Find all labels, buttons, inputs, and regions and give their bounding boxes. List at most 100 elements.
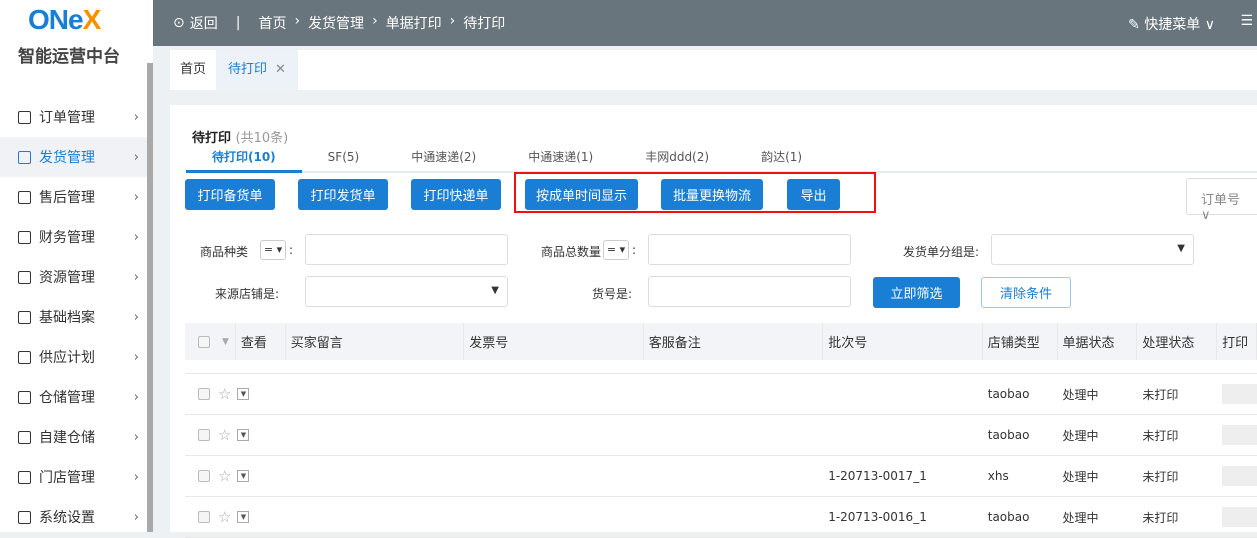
print-cell — [1222, 507, 1257, 527]
expand-icon[interactable]: ▼ — [237, 388, 250, 400]
menu-item-icon — [18, 110, 31, 124]
print-cell — [1222, 384, 1257, 404]
carrier-tab[interactable]: 中通速递(2) — [385, 145, 502, 173]
sidebar-item[interactable]: 订单管理 › — [0, 97, 147, 137]
menu-item-icon — [18, 190, 31, 204]
sidebar-item[interactable]: 售后管理 › — [0, 177, 147, 217]
goods-total-op[interactable]: = ▾ — [603, 240, 629, 260]
sku-input[interactable] — [648, 276, 851, 307]
sku-label: 货号是: — [592, 287, 633, 301]
close-icon[interactable]: ✕ — [275, 62, 286, 77]
batch-no: 1-20713-0016_1 — [828, 510, 927, 524]
page-title: 待打印 (共10条) — [192, 131, 289, 146]
goods-total-input[interactable] — [648, 234, 851, 265]
column-header[interactable]: 发票号 — [464, 323, 644, 360]
goods-kind-op[interactable]: = ▾ — [260, 240, 286, 260]
menu-item-icon — [18, 510, 31, 524]
crumb-shipping[interactable]: 发货管理 — [308, 13, 364, 33]
table-row[interactable]: ☆ ▼ taobao 处理中 未打印 — [185, 415, 1257, 456]
menu-item-icon — [18, 390, 31, 404]
chevron-right-icon: › — [133, 509, 139, 525]
star-icon[interactable]: ☆ — [218, 426, 231, 444]
column-header[interactable]: 处理状态 — [1137, 323, 1218, 360]
sidebar-item[interactable]: 供应计划 › — [0, 337, 147, 377]
print-stock-button[interactable]: 打印备货单 — [185, 179, 275, 210]
menu-item-icon — [18, 150, 31, 164]
chevron-right-icon: › — [133, 149, 139, 165]
sidebar-item[interactable]: 自建仓储 › — [0, 417, 147, 457]
group-label: 发货单分组是: — [903, 245, 980, 259]
row-checkbox[interactable] — [198, 511, 210, 523]
star-icon[interactable]: ☆ — [218, 467, 231, 485]
sort-select[interactable]: 订单号 ∨ — [1186, 178, 1257, 223]
sidebar-scrollbar[interactable] — [147, 63, 153, 532]
chevron-right-icon: › — [133, 109, 139, 125]
sidebar-item[interactable]: 财务管理 › — [0, 217, 147, 257]
tab-home[interactable]: 首页 — [170, 50, 216, 90]
select-all-checkbox[interactable] — [198, 335, 210, 348]
menu-item-icon — [18, 310, 31, 324]
sidebar-item[interactable]: 基础档案 › — [0, 297, 147, 337]
column-header[interactable]: 客服备注 — [644, 323, 824, 360]
print-invoice-button[interactable]: 打印发货单 — [298, 179, 388, 210]
row-checkbox[interactable] — [198, 388, 210, 400]
row-checkbox[interactable] — [198, 429, 210, 441]
column-header[interactable]: 打印 — [1217, 323, 1257, 360]
carrier-tab[interactable]: 丰网ddd(2) — [619, 145, 735, 173]
chevron-right-icon: › — [133, 429, 139, 445]
clear-filter-button[interactable]: 清除条件 — [981, 277, 1071, 308]
sidebar-item[interactable]: 仓储管理 › — [0, 377, 147, 417]
table-row[interactable]: ☆ ▼ 1-20713-0017_1 xhs 处理中 未打印 — [185, 456, 1257, 497]
star-icon[interactable]: ☆ — [218, 385, 231, 403]
goods-kind-input[interactable] — [305, 234, 508, 265]
shop-label: 来源店铺是: — [215, 287, 280, 301]
chevron-right-icon: › — [133, 189, 139, 205]
sidebar-item[interactable]: 门店管理 › — [0, 457, 147, 497]
group-select[interactable]: ▼ — [991, 234, 1194, 265]
carrier-tab[interactable]: SF(5) — [302, 145, 386, 173]
carrier-tabs: 待打印(10) SF(5) 中通速递(2) 中通速递(1) 丰网ddd(2) 韵达(1) — [186, 145, 1257, 173]
column-header[interactable]: 批次号 — [823, 323, 983, 360]
sidebar-item[interactable]: 发货管理 › — [0, 137, 147, 177]
back-icon: ⊙ — [173, 15, 185, 31]
expand-icon[interactable]: ▼ — [237, 511, 250, 523]
top-header: ⊙ 返回 | 首页 › 发货管理 › 单据打印 › 待打印 ✎ 快捷菜单 ∨ ☰ — [153, 0, 1257, 46]
column-header[interactable]: 单据状态 — [1058, 323, 1138, 360]
doc-status: 处理中 — [1062, 428, 1099, 443]
menu-icon[interactable]: ☰ — [1240, 13, 1253, 29]
column-header[interactable]: 查看 — [236, 323, 286, 360]
column-header[interactable]: 买家留言 — [286, 323, 465, 360]
sidebar-item[interactable]: 资源管理 › — [0, 257, 147, 297]
batch-no — [823, 374, 983, 414]
shop-select[interactable]: ▼ — [305, 276, 508, 307]
batch-no: 1-20713-0017_1 — [828, 469, 927, 483]
carrier-tab[interactable]: 中通速递(1) — [502, 145, 619, 173]
crumb-home[interactable]: 首页 — [258, 13, 286, 33]
star-icon[interactable]: ☆ — [218, 508, 231, 526]
doc-status: 处理中 — [1062, 510, 1099, 525]
shop-type: taobao — [987, 510, 1030, 524]
menu-item-icon — [18, 270, 31, 284]
sidebar-item[interactable]: 系统设置 › — [0, 497, 147, 537]
apply-filter-button[interactable]: 立即筛选 — [873, 277, 960, 308]
crumb-print[interactable]: 单据打印 — [386, 13, 442, 33]
print-express-button[interactable]: 打印快递单 — [411, 179, 501, 210]
goods-kind-label: 商品种类 — [200, 245, 249, 259]
process-status: 未打印 — [1142, 428, 1179, 443]
orders-table: ▼ 查看 买家留言 发票号 客服备注 批次号 店铺类型 单据状态 处理状态 打印 ☆ ▼ taobao 处… — [185, 323, 1257, 538]
quick-menu[interactable]: ✎ 快捷菜单 ∨ — [1128, 14, 1215, 34]
row-checkbox[interactable] — [198, 470, 210, 482]
process-status: 未打印 — [1142, 510, 1179, 525]
doc-status: 处理中 — [1062, 387, 1099, 402]
expand-icon[interactable]: ▼ — [237, 470, 250, 482]
column-header[interactable]: 店铺类型 — [983, 323, 1058, 360]
tab-pending-print[interactable]: 待打印 ✕ — [216, 50, 298, 90]
table-row[interactable]: ☆ ▼ taobao 处理中 未打印 — [185, 374, 1257, 415]
expand-icon[interactable]: ▼ — [237, 429, 250, 441]
brand-name: 智能运营中台 — [18, 47, 120, 67]
crumb-current: 待打印 — [463, 16, 506, 32]
carrier-tab[interactable]: 待打印(10) — [186, 145, 302, 173]
carrier-tab[interactable]: 韵达(1) — [735, 145, 828, 173]
shop-type: taobao — [987, 428, 1030, 442]
back-button[interactable]: ⊙ 返回 — [173, 13, 218, 33]
